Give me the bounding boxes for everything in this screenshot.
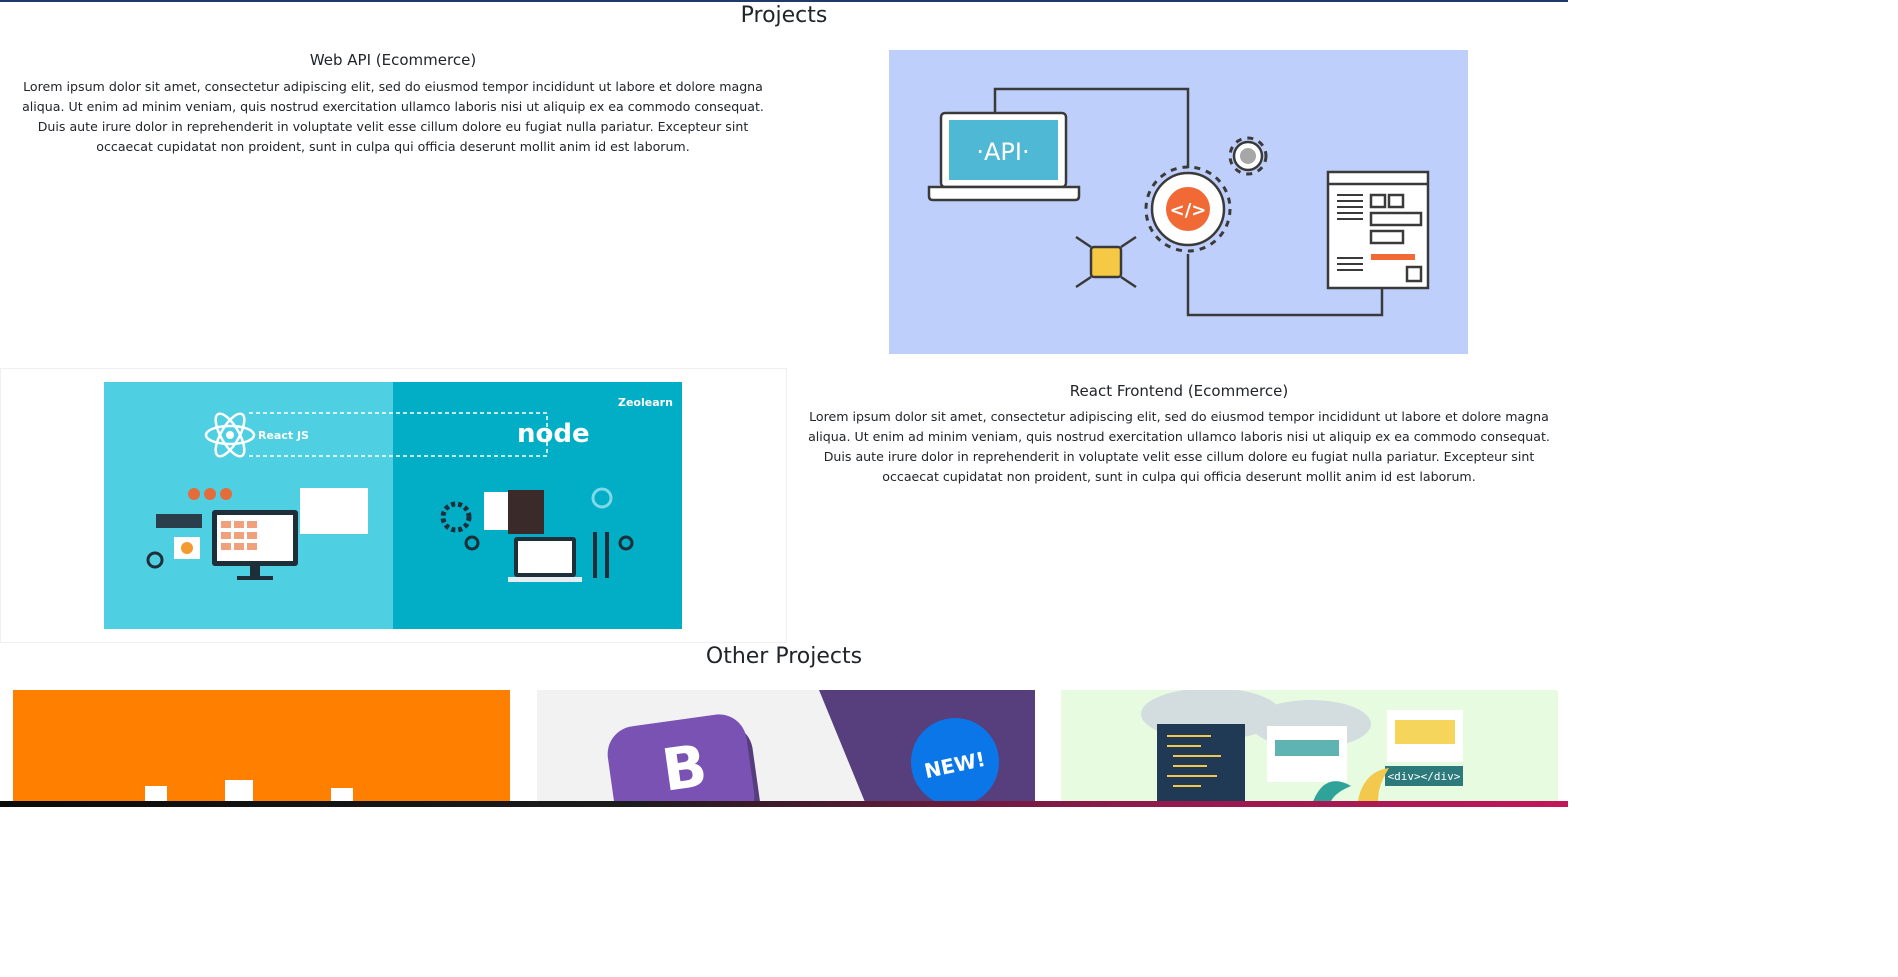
projects-heading: Projects [740,3,828,28]
top-accent-bar [0,0,1568,2]
api-label: ·API· [976,138,1029,166]
other-project-card-1[interactable] [13,690,510,807]
react-node-image: React JS node Zeolearn [104,382,682,629]
project-description-react-frontend: Lorem ipsum dolor sit amet, consectetur … [808,409,1550,484]
web-api-image: ·API· </> [889,50,1468,354]
other-projects-heading: Other Projects [705,644,863,669]
project-description-web-api: Lorem ipsum dolor sit amet, consectetur … [22,79,764,154]
other-project-card-2[interactable]: B NEW! [537,690,1035,807]
node-label: node [517,419,590,449]
bottom-taskbar-strip [0,801,1568,807]
svg-text:B: B [658,731,711,804]
project-title-react-frontend: React Frontend (Ecommerce) [1069,382,1289,400]
project-title-web-api: Web API (Ecommerce) [309,51,477,69]
zeolearn-label: Zeolearn [618,396,673,409]
svg-text:</>: </> [1170,200,1207,221]
div-tag-text: <div></div> [1388,770,1461,783]
other-project-card-3[interactable]: <div></div> [1061,690,1558,807]
react-js-label: React JS [258,429,309,442]
